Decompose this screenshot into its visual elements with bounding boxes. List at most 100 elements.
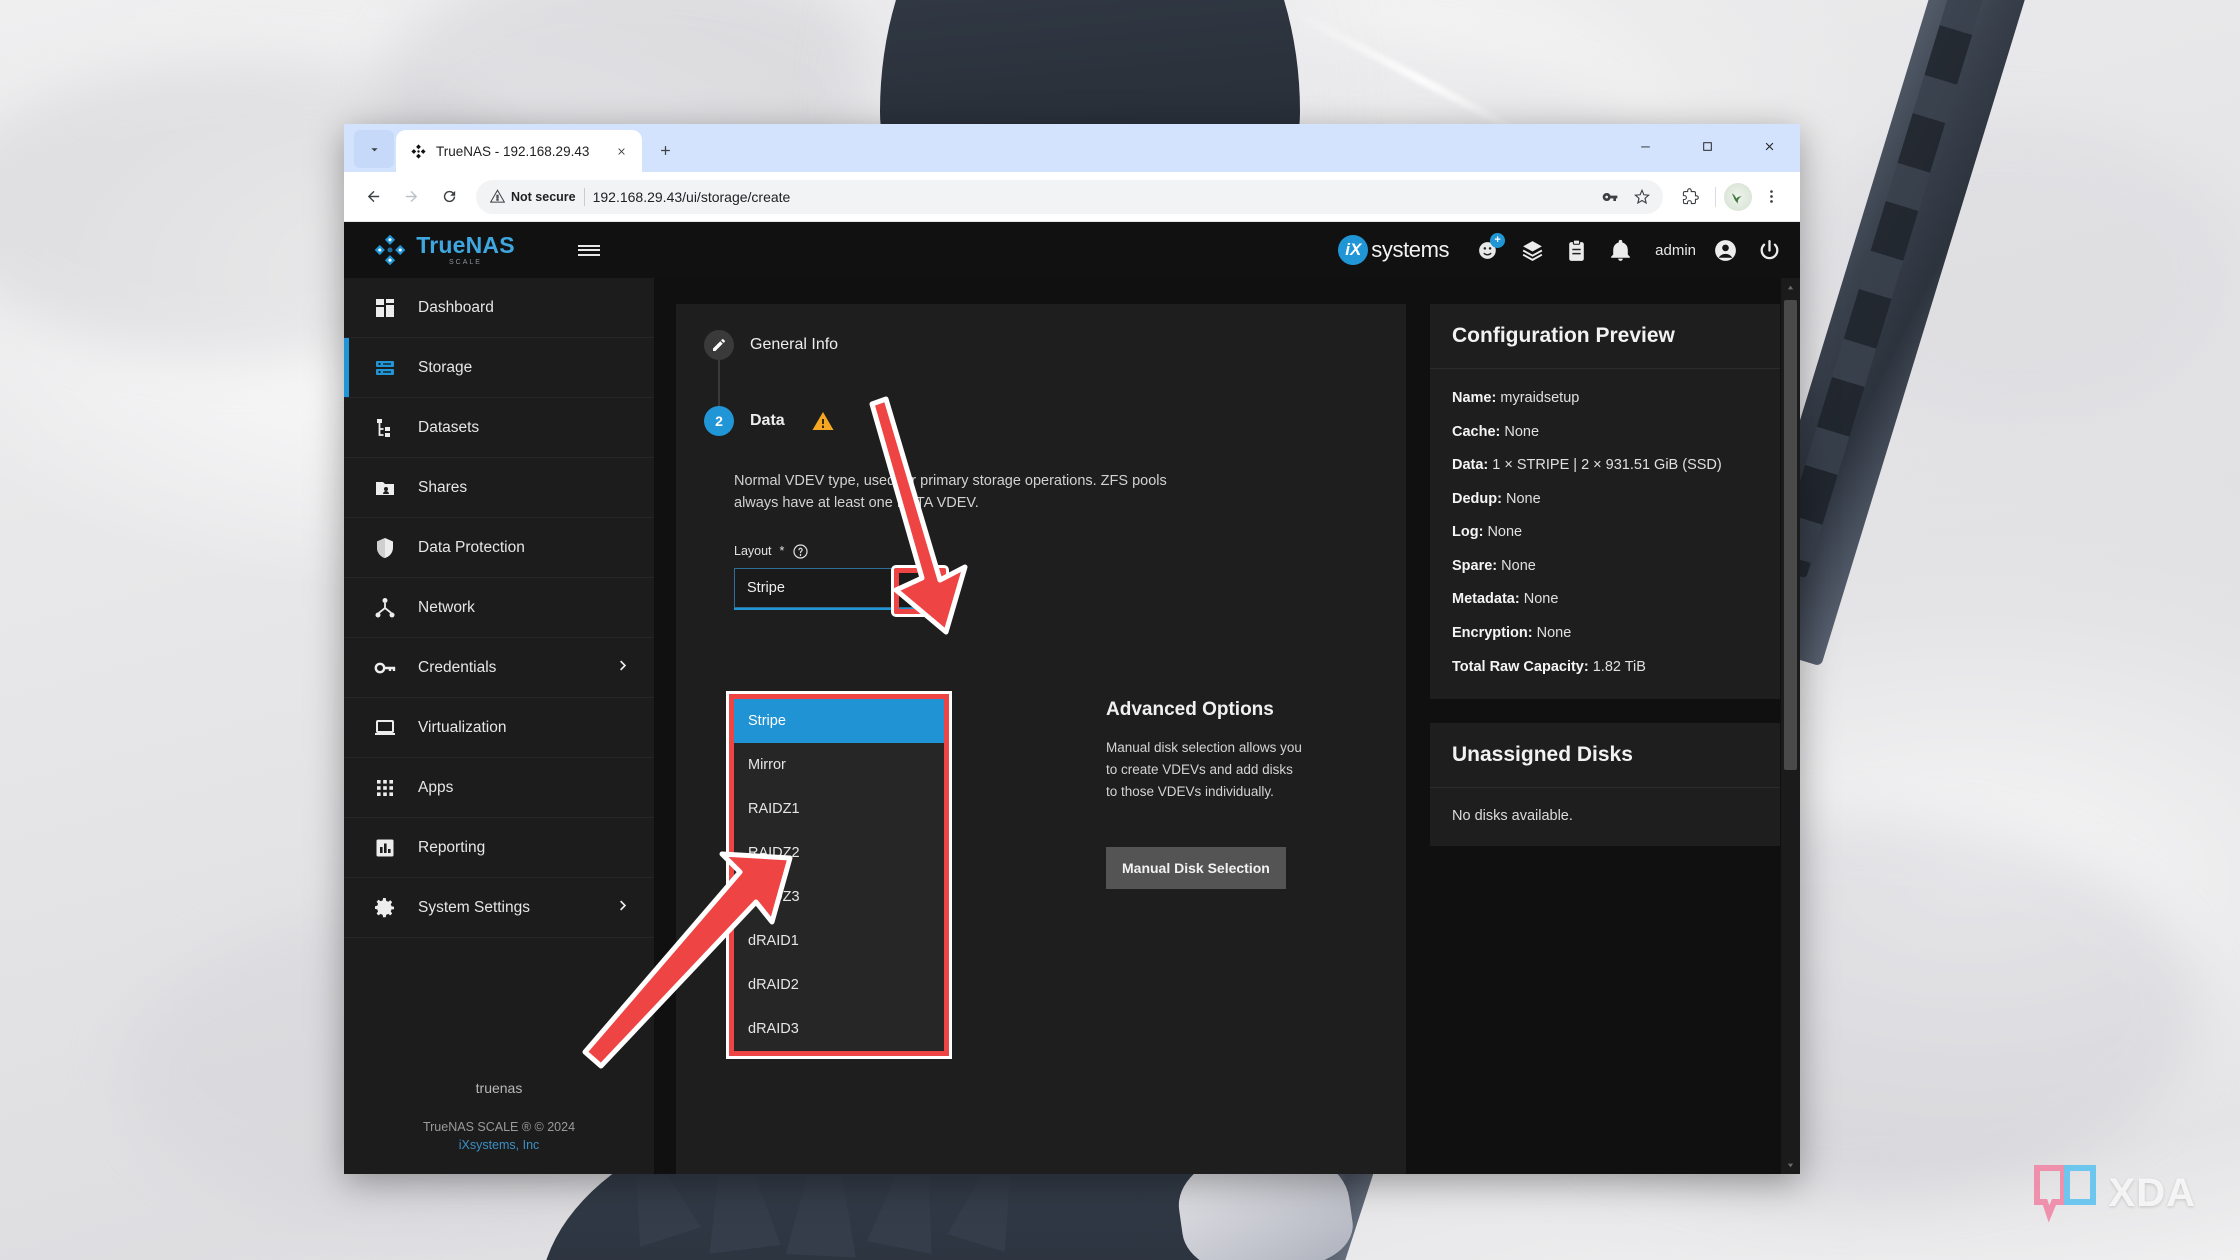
layers-icon[interactable]: [1517, 235, 1547, 265]
sidebar-item-label: Datasets: [418, 418, 480, 436]
truenas-logo-icon: [411, 143, 426, 159]
sidebar-item-storage[interactable]: Storage: [344, 338, 654, 398]
preview-row: Spare: None: [1452, 557, 1758, 577]
dropdown-option[interactable]: dRAID1: [734, 919, 944, 963]
three-dot-menu-icon[interactable]: [1754, 180, 1788, 214]
warning-triangle-icon: [490, 189, 505, 203]
preview-row: Log: None: [1452, 523, 1758, 543]
configuration-preview-title: Configuration Preview: [1430, 304, 1780, 369]
sidebar-item-data-protection[interactable]: Data Protection: [344, 518, 654, 578]
help-circle-icon[interactable]: [792, 543, 809, 560]
laptop-icon: [372, 715, 398, 741]
dropdown-option[interactable]: RAIDZ1: [734, 787, 944, 831]
preview-value: myraidsetup: [1500, 390, 1580, 406]
pool-wizard-card: General Info 2 Data Normal VDEV type, us…: [676, 304, 1406, 1174]
preview-row: Name: myraidsetup: [1452, 389, 1758, 409]
manual-disk-selection-button[interactable]: Manual Disk Selection: [1106, 846, 1286, 889]
sidebar-item-dashboard[interactable]: Dashboard: [344, 278, 654, 338]
dropdown-option[interactable]: dRAID2: [734, 963, 944, 1007]
power-icon[interactable]: [1754, 235, 1784, 265]
window-close-button[interactable]: [1738, 124, 1800, 168]
dropdown-option[interactable]: Mirror: [734, 743, 944, 787]
window-minimize-button[interactable]: [1614, 124, 1676, 168]
layout-select[interactable]: Stripe: [734, 567, 944, 610]
extensions-puzzle-icon[interactable]: [1673, 180, 1707, 214]
dropdown-option[interactable]: dRAID3: [734, 1007, 944, 1051]
bookmark-star-icon[interactable]: [1627, 182, 1657, 212]
vdev-description: Normal VDEV type, used for primary stora…: [734, 473, 1167, 512]
profile-avatar-icon[interactable]: [1724, 182, 1752, 211]
sidebar-item-label: Data Protection: [418, 538, 525, 556]
reload-button[interactable]: [432, 180, 466, 214]
advanced-options-text: Manual disk selection allows you to crea…: [1106, 740, 1302, 799]
window-maximize-button[interactable]: [1676, 124, 1738, 168]
scrollbar-thumb[interactable]: [1784, 300, 1797, 770]
shield-icon: [372, 535, 398, 561]
chevron-down-icon[interactable]: [919, 578, 934, 597]
configuration-preview-body: Name: myraidsetup Cache: None Data: 1 × …: [1430, 369, 1780, 699]
dropdown-option[interactable]: RAIDZ2: [734, 831, 944, 875]
preview-value: 1.82 TiB: [1592, 658, 1646, 675]
new-tab-button[interactable]: [648, 133, 682, 167]
sidebar-item-label: System Settings: [418, 898, 530, 916]
forward-arrow-icon: [405, 190, 417, 203]
wizard-step-data[interactable]: 2 Data: [676, 406, 1406, 436]
account-circle-icon[interactable]: [1710, 235, 1740, 265]
brand-subtitle: SCALE: [449, 259, 482, 266]
sidebar-item-label: Reporting: [418, 838, 486, 856]
bell-icon[interactable]: [1605, 235, 1635, 265]
dropdown-option[interactable]: Stripe: [734, 699, 944, 743]
brand-name: TrueNAS: [416, 232, 515, 258]
sidebar-item-label: Network: [418, 598, 475, 616]
layout-select-value: Stripe: [747, 579, 785, 596]
sidebar-item-system-settings[interactable]: System Settings: [344, 878, 654, 938]
reporting-chart-icon: [372, 835, 398, 861]
preview-key: Name:: [1452, 390, 1497, 406]
clipboard-icon[interactable]: [1561, 235, 1591, 265]
step-label: General Info: [750, 336, 839, 353]
dropdown-option[interactable]: RAIDZ3: [734, 875, 944, 919]
security-indicator[interactable]: Not secure: [490, 189, 576, 204]
unassigned-disks-body: No disks available.: [1430, 788, 1780, 846]
scrollbar-up-arrow[interactable]: [1781, 278, 1800, 296]
ixsystems-link[interactable]: iXsystems, Inc: [354, 1138, 644, 1152]
truenas-brand[interactable]: TrueNAS SCALE: [344, 233, 544, 267]
menu-toggle-button[interactable]: [566, 227, 612, 273]
browser-toolbar: Not secure 192.168.29.43/ui/storage/crea…: [344, 172, 1800, 222]
sidebar-item-credentials[interactable]: Credentials: [344, 638, 654, 698]
layout-dropdown-menu[interactable]: Stripe Mirror RAIDZ1 RAIDZ2 RAIDZ3 dRAID…: [729, 694, 949, 1056]
sidebar-item-reporting[interactable]: Reporting: [344, 818, 654, 878]
sidebar-item-apps[interactable]: Apps: [344, 758, 654, 818]
forward-button[interactable]: [394, 180, 428, 214]
omnibox-actions: [1595, 182, 1657, 212]
tab-search-button[interactable]: [354, 130, 394, 168]
sidebar-item-network[interactable]: Network: [344, 578, 654, 638]
unassigned-disks-title: Unassigned Disks: [1430, 723, 1780, 789]
shares-folder-icon: [372, 475, 398, 501]
apps-grid-icon: [372, 775, 398, 801]
storage-icon: [372, 355, 398, 381]
wizard-step-general-info[interactable]: General Info: [676, 330, 1406, 360]
required-mark: *: [779, 544, 785, 559]
advanced-options-section: Advanced Options Manual disk selection a…: [1106, 699, 1306, 889]
password-key-icon[interactable]: [1595, 182, 1625, 212]
add-user-icon[interactable]: +: [1473, 233, 1506, 265]
preview-key: Spare:: [1452, 557, 1498, 574]
sidebar-item-shares[interactable]: Shares: [344, 458, 654, 518]
scrollbar-down-arrow[interactable]: [1781, 1156, 1800, 1174]
url-text: 192.168.29.43/ui/storage/create: [592, 188, 791, 205]
back-button[interactable]: [356, 180, 390, 214]
preview-key: Dedup:: [1452, 490, 1502, 507]
sidebar-item-virtualization[interactable]: Virtualization: [344, 698, 654, 758]
browser-tab[interactable]: TrueNAS - 192.168.29.43: [396, 130, 642, 172]
preview-value: None: [1487, 524, 1523, 541]
tab-close-button[interactable]: [610, 140, 632, 162]
sidebar-item-datasets[interactable]: Datasets: [344, 398, 654, 458]
preview-key: Data:: [1452, 457, 1489, 474]
address-bar[interactable]: Not secure 192.168.29.43/ui/storage/crea…: [476, 179, 1663, 214]
ixsystems-word: systems: [1371, 237, 1450, 262]
sidebar-item-label: Apps: [418, 778, 454, 796]
preview-value: None: [1505, 490, 1541, 507]
content-scrollbar[interactable]: [1781, 278, 1800, 1174]
preview-value: None: [1523, 591, 1559, 608]
